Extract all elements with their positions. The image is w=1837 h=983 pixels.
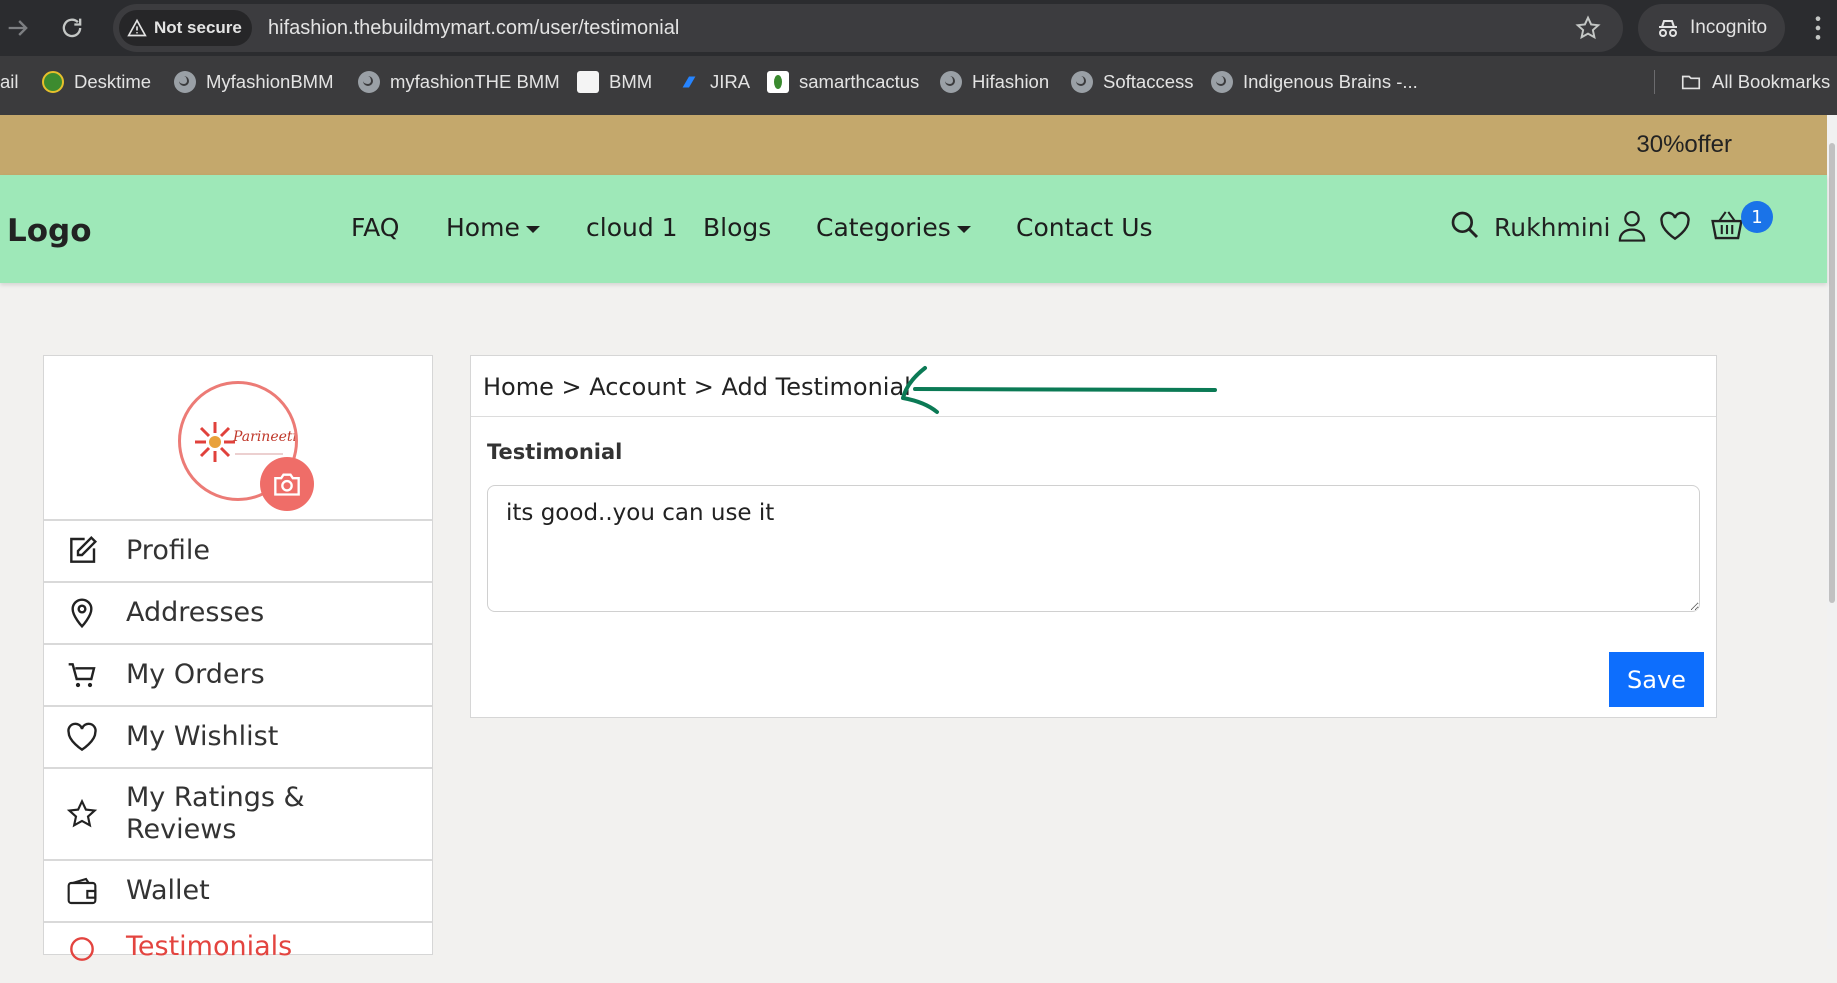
- bookmark-bmm[interactable]: BMM: [577, 56, 652, 108]
- globe-icon: [358, 71, 380, 93]
- caret-down-icon: [956, 225, 971, 233]
- bookmark-myfashionthe-bmm[interactable]: myfashionTHE BMM: [358, 56, 560, 108]
- annotation-arrow: [901, 366, 1217, 414]
- cart-icon: [68, 663, 96, 688]
- browser-menu-icon[interactable]: [1810, 14, 1826, 42]
- sidebar-item-label: Addresses: [126, 597, 265, 628]
- sidebar-item-profile[interactable]: Profile: [44, 519, 432, 581]
- security-label: Not secure: [154, 18, 242, 37]
- address-bar[interactable]: Not secure hifashion.thebuildmymart.com/…: [113, 4, 1623, 52]
- globe-icon: [940, 71, 962, 93]
- globe-icon: [174, 71, 196, 93]
- desktime-icon: [42, 71, 64, 93]
- caret-down-icon: [525, 225, 540, 233]
- bookmark-label: MyfashionBMM: [206, 71, 334, 92]
- wishlist-heart-icon[interactable]: [1659, 211, 1691, 241]
- bmm-icon: [577, 71, 599, 93]
- bookmarks-divider: [1654, 70, 1655, 94]
- sidebar-item-label: My Wishlist: [126, 721, 279, 752]
- bookmark-label: BMM: [609, 71, 653, 92]
- save-button[interactable]: Save: [1609, 652, 1704, 707]
- wallet-icon: [67, 877, 97, 905]
- nav-blogs[interactable]: Blogs: [703, 213, 771, 242]
- user-name[interactable]: Rukhmini: [1494, 213, 1611, 242]
- testimonial-textarea[interactable]: its good..you can use it: [487, 485, 1700, 612]
- bookmark-desktime[interactable]: Desktime: [42, 56, 151, 108]
- reload-icon[interactable]: [58, 14, 86, 42]
- incognito-chip[interactable]: Incognito: [1638, 4, 1785, 52]
- site-logo[interactable]: Logo: [7, 213, 92, 249]
- bookmark-hifashion[interactable]: Hifashion: [940, 56, 1049, 108]
- incognito-label: Incognito: [1690, 17, 1768, 38]
- bookmark-samarthcactus[interactable]: samarthcactus: [767, 56, 919, 108]
- avatar-brand-text: Parineeti: [232, 429, 295, 445]
- bookmark-softaccess[interactable]: Softaccess: [1071, 56, 1194, 108]
- bookmark-star-icon[interactable]: [1575, 15, 1601, 41]
- offer-text: 30%offer: [1636, 131, 1732, 158]
- browser-toolbar: Not secure hifashion.thebuildmymart.com/…: [0, 0, 1837, 56]
- bookmark-label: JIRA: [710, 71, 751, 92]
- jira-icon: [682, 76, 696, 88]
- nav-contact[interactable]: Contact Us: [1016, 213, 1153, 242]
- bookmark-label: Desktime: [74, 71, 152, 92]
- star-icon: [66, 798, 98, 828]
- cactus-icon: [767, 71, 789, 93]
- edit-icon: [70, 535, 98, 563]
- camera-icon: [274, 473, 300, 496]
- warning-icon: [127, 18, 147, 37]
- site-header: Logo FAQ Home cloud 1 Blogs Categories C…: [0, 175, 1827, 283]
- all-bookmarks-label: All Bookmarks: [1712, 71, 1831, 92]
- search-icon[interactable]: [1449, 209, 1481, 241]
- all-bookmarks-button[interactable]: All Bookmarks: [1680, 56, 1830, 108]
- url-text[interactable]: hifashion.thebuildmymart.com/user/testim…: [268, 17, 679, 40]
- sidebar-item-addresses[interactable]: Addresses: [44, 581, 432, 643]
- offer-banner: 30%offer: [0, 115, 1827, 175]
- sidebar-item-label: Profile: [126, 535, 210, 566]
- sidebar-item-label: Testimonials: [126, 931, 293, 962]
- heart-icon: [67, 722, 97, 752]
- location-pin-icon: [71, 598, 93, 629]
- incognito-icon: [1659, 20, 1677, 37]
- sidebar-item-label: Wallet: [126, 875, 210, 906]
- security-chip[interactable]: Not secure: [119, 10, 252, 46]
- sidebar-item-testimonials[interactable]: Testimonials: [44, 921, 432, 983]
- nav-cloud[interactable]: cloud 1: [586, 213, 678, 242]
- nav-categories-label: Categories: [816, 213, 951, 242]
- nav-faq[interactable]: FAQ: [351, 213, 399, 242]
- account-icon[interactable]: [1617, 209, 1647, 243]
- bookmark-label: Hifashion: [972, 71, 1050, 92]
- change-photo-button[interactable]: [260, 457, 314, 511]
- folder-icon: [1681, 75, 1701, 90]
- bookmark-indigenous-brains[interactable]: Indigenous Brains -...: [1211, 56, 1418, 108]
- sidebar-item-orders[interactable]: My Orders: [44, 643, 432, 705]
- breadcrumb[interactable]: Home > Account > Add Testimonial: [483, 373, 911, 401]
- bookmark-jira[interactable]: JIRA: [678, 56, 750, 108]
- globe-icon: [1071, 71, 1093, 93]
- bookmark-label: samarthcactus: [799, 71, 920, 92]
- nav-categories[interactable]: Categories: [816, 213, 971, 242]
- cart-count-badge: 1: [1741, 201, 1773, 233]
- sidebar-item-wishlist[interactable]: My Wishlist: [44, 705, 432, 767]
- bookmark-myfashionbmm[interactable]: MyfashionBMM: [174, 56, 333, 108]
- scroll-thumb[interactable]: [1829, 143, 1835, 603]
- forward-icon[interactable]: [4, 14, 32, 42]
- sidebar-item-wallet[interactable]: Wallet: [44, 859, 432, 921]
- testimonial-icon: [70, 937, 94, 961]
- testimonial-field-label: Testimonial: [487, 440, 623, 464]
- bookmark-label: myfashionTHE BMM: [390, 71, 560, 92]
- bookmark-label: Softaccess: [1103, 71, 1194, 92]
- cart-basket-icon[interactable]: [1710, 209, 1744, 241]
- bookmark-label: Indigenous Brains -...: [1243, 71, 1418, 92]
- globe-icon: [1211, 71, 1233, 93]
- sidebar-item-label: My Ratings & Reviews: [126, 782, 305, 845]
- bookmark-label: ail: [0, 71, 19, 92]
- nav-home[interactable]: Home: [446, 213, 540, 242]
- sidebar-item-ratings[interactable]: My Ratings & Reviews: [44, 767, 432, 859]
- bookmarks-bar: ail Desktime MyfashionBMM myfashionTHE B…: [0, 56, 1837, 115]
- sidebar-item-label: My Orders: [126, 659, 265, 690]
- nav-home-label: Home: [446, 213, 520, 242]
- account-sidebar: Parineeti Profile Addresses My Orders My…: [43, 355, 433, 962]
- page-scrollbar[interactable]: [1827, 115, 1837, 949]
- bookmark-ail[interactable]: ail: [0, 56, 19, 108]
